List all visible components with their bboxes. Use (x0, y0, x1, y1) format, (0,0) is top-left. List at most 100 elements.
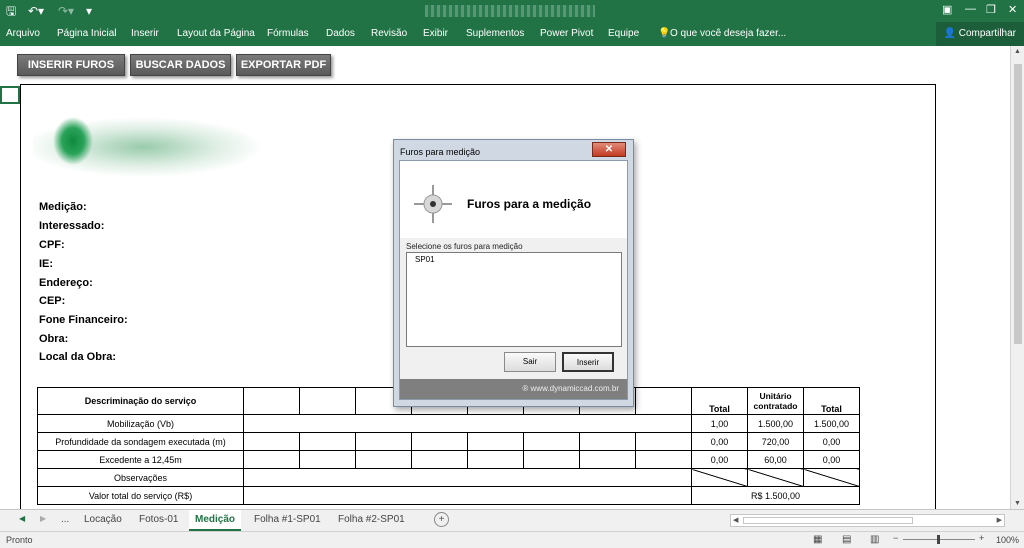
tab-fotos-01[interactable]: Fotos-01 (133, 510, 184, 531)
row-qty[interactable]: 0,00 (691, 450, 748, 469)
tab-equipe[interactable]: Equipe (608, 28, 639, 39)
page-break-view-icon[interactable]: ▥ (870, 534, 879, 545)
ribbon-display-icon[interactable]: ▣ (942, 3, 952, 16)
company-logo (33, 97, 265, 187)
page-layout-view-icon[interactable]: ▤ (842, 534, 851, 545)
fetch-data-button[interactable]: BUSCAR DADOS (130, 54, 231, 76)
tab-revisao[interactable]: Revisão (371, 28, 407, 39)
row-total[interactable]: 0,00 (803, 450, 860, 469)
row-qty[interactable] (691, 468, 748, 487)
horizontal-scrollbar[interactable]: ◀ ▶ (730, 514, 1005, 527)
row-qty[interactable]: 1,00 (691, 414, 748, 433)
tab-pagina-inicial[interactable]: Página Inicial (57, 28, 116, 39)
row-description[interactable]: Excedente a 12,45m (37, 450, 244, 469)
tell-me-search[interactable]: O que você deseja fazer... (670, 28, 786, 39)
prev-sheet-icon[interactable]: ◀ (19, 514, 25, 523)
field-endereco: Endereço: (39, 277, 93, 289)
share-button[interactable]: 👤 Compartilhar (935, 22, 1024, 46)
restore-icon[interactable]: ❐ (986, 3, 996, 16)
table-row[interactable]: Mobilização (Vb) 1,00 1.500,00 1.500,00 (37, 414, 860, 433)
holes-dialog: Furos para medição ✕ Furos para a mediçã… (393, 139, 634, 407)
person-icon: 👤 (943, 28, 959, 39)
scroll-up-icon[interactable]: ▲ (1014, 48, 1021, 55)
tab-inserir[interactable]: Inserir (131, 28, 159, 39)
insert-holes-button[interactable]: INSERIR FUROS (17, 54, 125, 76)
row-total[interactable]: 0,00 (803, 432, 860, 451)
dialog-close-button[interactable]: ✕ (592, 142, 626, 157)
header-description: Descriminação do serviço (37, 387, 244, 415)
row-description[interactable]: Mobilização (Vb) (37, 414, 244, 433)
table-row[interactable]: Observações (37, 468, 860, 487)
horizontal-scroll-thumb[interactable] (743, 517, 913, 524)
field-cep: CEP: (39, 295, 66, 307)
holes-listbox[interactable]: SP01 (406, 252, 622, 347)
row-total[interactable] (803, 468, 860, 487)
close-icon[interactable]: ✕ (1008, 3, 1017, 16)
tab-exibir[interactable]: Exibir (423, 28, 448, 39)
scroll-down-icon[interactable]: ▼ (1014, 500, 1021, 507)
total-label: Valor total do serviço (R$) (37, 486, 244, 505)
tab-formulas[interactable]: Fórmulas (267, 28, 309, 39)
tab-suplementos[interactable]: Suplementos (466, 28, 524, 39)
row-unit[interactable] (747, 468, 804, 487)
zoom-out-icon[interactable]: − (893, 533, 898, 543)
scroll-right-icon[interactable]: ▶ (997, 516, 1002, 524)
active-cell[interactable] (0, 86, 20, 104)
dialog-body: Furos para a medição Selecione os furos … (399, 160, 628, 400)
zoom-in-icon[interactable]: + (979, 533, 984, 543)
dialog-title: Furos para medição (400, 147, 481, 157)
tab-locacao[interactable]: Locação (78, 510, 128, 531)
list-item[interactable]: SP01 (415, 255, 435, 264)
vertical-scrollbar[interactable]: ▲ ▼ (1010, 46, 1024, 509)
lightbulb-icon: 💡 (658, 28, 671, 39)
title-bar: 🖫 ↶▾ ↷▾ ▾ ▣ — ❐ ✕ (0, 0, 1024, 22)
tab-arquivo[interactable]: Arquivo (6, 28, 40, 39)
row-description[interactable]: Observações (37, 468, 244, 487)
row-qty[interactable]: 0,00 (691, 432, 748, 451)
field-ie: IE: (39, 258, 54, 270)
zoom-level[interactable]: 100% (996, 535, 1019, 545)
field-local-obra: Local da Obra: (39, 351, 117, 363)
header-total-value: Total (803, 387, 860, 415)
tab-medicao[interactable]: Medição (189, 510, 242, 531)
add-sheet-icon[interactable]: + (434, 512, 449, 527)
selection-label: Selecione os furos para medição (406, 242, 523, 251)
customize-qat-icon[interactable]: ▾ (86, 3, 92, 19)
more-sheets[interactable]: ... (55, 510, 75, 531)
macro-button-bar: INSERIR FUROS BUSCAR DADOS EXPORTAR PDF (0, 46, 1024, 84)
undo-icon[interactable]: ↶▾ (28, 3, 44, 19)
tab-dados[interactable]: Dados (326, 28, 355, 39)
tab-folha-1[interactable]: Folha #1-SP01 (248, 510, 327, 531)
save-icon[interactable]: 🖫 (6, 3, 16, 19)
status-bar: Pronto ▦ ▤ ▥ − + 100% (0, 531, 1024, 548)
row-unit[interactable]: 1.500,00 (747, 414, 804, 433)
sheet-tabs-bar: ◀ ▶ ... Locação Fotos-01 Medição Folha #… (0, 509, 1024, 531)
field-fone: Fone Financeiro: (39, 314, 128, 326)
scroll-left-icon[interactable]: ◀ (733, 516, 738, 524)
row-description[interactable]: Profundidade da sondagem executada (m) (37, 432, 244, 451)
zoom-slider-thumb[interactable] (937, 535, 940, 544)
field-obra: Obra: (39, 333, 69, 345)
table-total-row[interactable]: Valor total do serviço (R$) R$ 1.500,00 (37, 486, 860, 505)
row-unit[interactable]: 60,00 (747, 450, 804, 469)
field-interessado: Interessado: (39, 220, 105, 232)
normal-view-icon[interactable]: ▦ (813, 534, 822, 545)
minimize-icon[interactable]: — (965, 3, 976, 15)
total-value[interactable]: R$ 1.500,00 (691, 486, 860, 505)
row-unit[interactable]: 720,00 (747, 432, 804, 451)
next-sheet-icon[interactable]: ▶ (40, 514, 46, 523)
insert-button[interactable]: Inserir (562, 352, 614, 372)
crosshair-icon (414, 185, 452, 223)
tab-folha-2[interactable]: Folha #2-SP01 (332, 510, 411, 531)
dialog-heading: Furos para a medição (467, 197, 592, 211)
table-row[interactable]: Excedente a 12,45m 0,00 60,00 0,00 (37, 450, 860, 469)
vertical-scroll-thumb[interactable] (1014, 64, 1022, 344)
row-total[interactable]: 1.500,00 (803, 414, 860, 433)
tab-layout[interactable]: Layout da Página (177, 28, 255, 39)
field-medicao: Medição: (39, 201, 87, 213)
redo-icon[interactable]: ↷▾ (58, 3, 74, 19)
table-row[interactable]: Profundidade da sondagem executada (m) 0… (37, 432, 860, 451)
exit-button[interactable]: Sair (504, 352, 556, 372)
tab-power-pivot[interactable]: Power Pivot (540, 28, 593, 39)
export-pdf-button[interactable]: EXPORTAR PDF (236, 54, 331, 76)
